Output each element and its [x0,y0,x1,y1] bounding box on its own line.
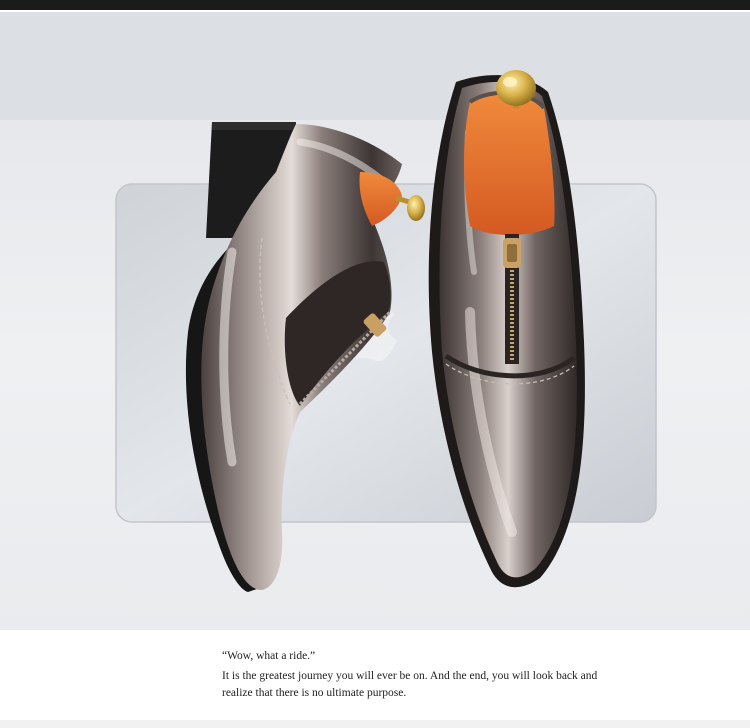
bottom-bar [0,720,750,728]
caption: “Wow, what a ride.” It is the greatest j… [222,648,722,702]
caption-line-2: realize that there is no ultimate purpos… [222,687,407,699]
product-photo [0,12,750,630]
caption-line-1: It is the greatest journey you will ever… [222,670,598,682]
caption-quote: “Wow, what a ride.” [222,650,316,662]
top-bar [0,0,750,10]
product-page: “Wow, what a ride.” It is the greatest j… [0,0,750,728]
shoes-illustration [0,12,750,630]
